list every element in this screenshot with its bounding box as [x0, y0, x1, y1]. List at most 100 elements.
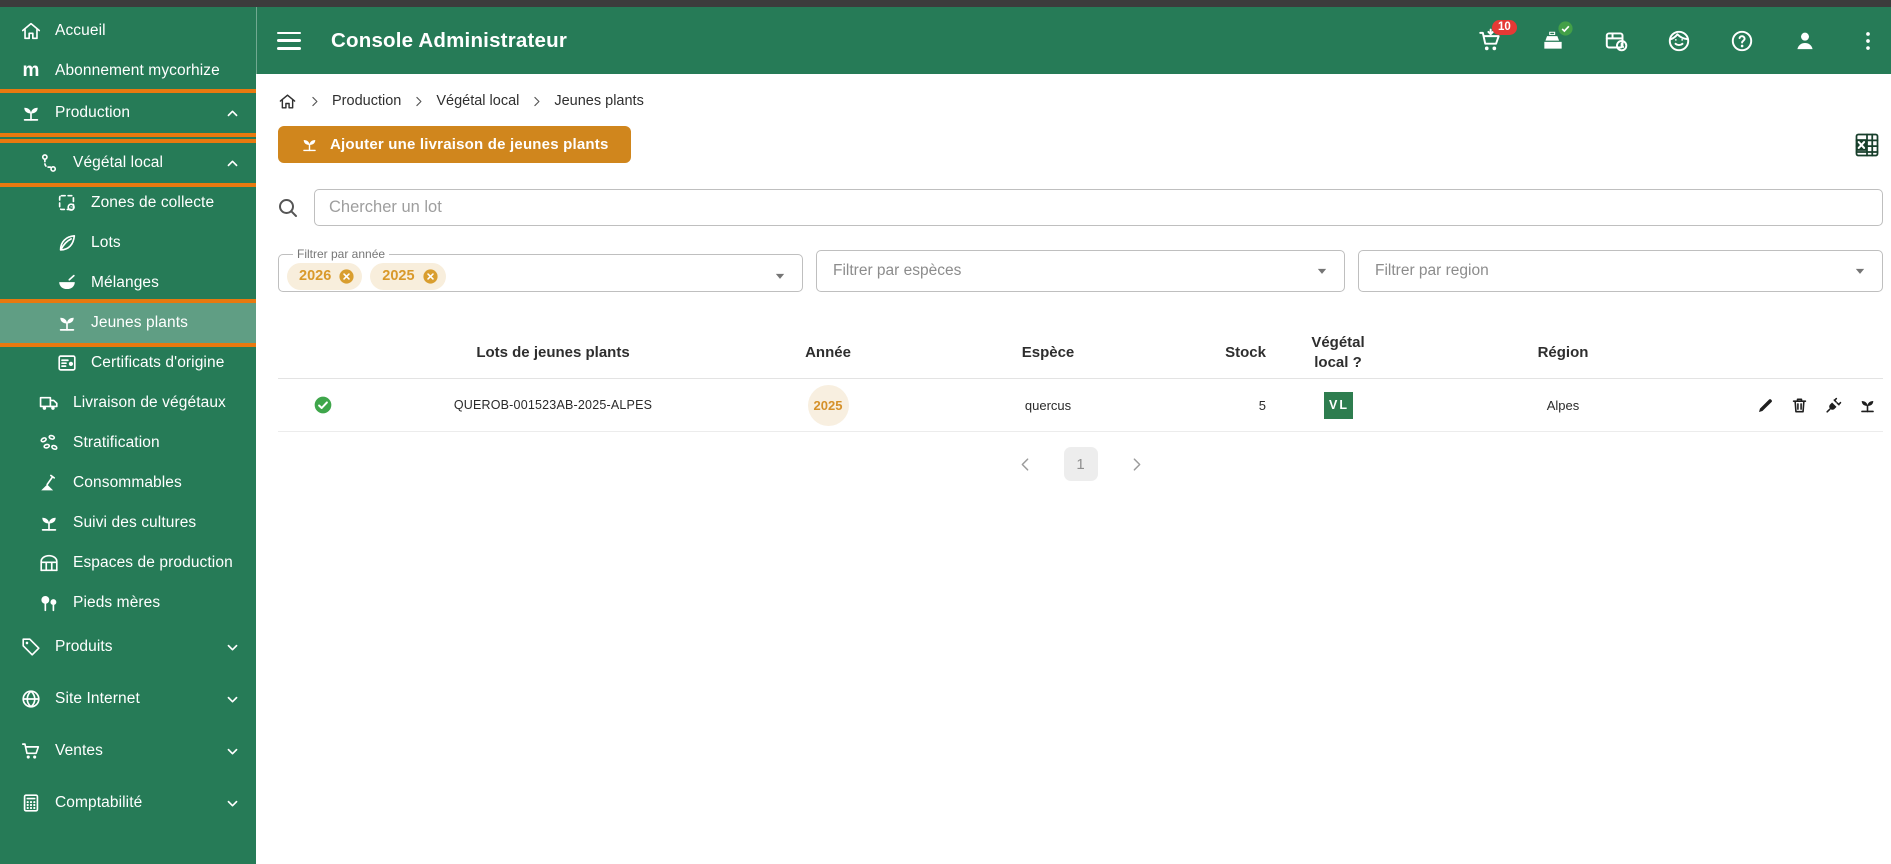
breadcrumb-jeunes-plants[interactable]: Jeunes plants [554, 93, 643, 109]
previous-page-icon[interactable] [1017, 456, 1034, 473]
schedule-grid-icon [1603, 28, 1629, 54]
route-nodes-icon [38, 152, 60, 174]
search-input[interactable] [314, 189, 1883, 226]
add-delivery-button[interactable]: Ajouter une livraison de jeunes plants [278, 126, 631, 163]
sidebar-item-zones-de-collecte[interactable]: Zones de collecte [0, 183, 256, 223]
edit-button[interactable] [1756, 396, 1775, 415]
sidebar-item-label: Production [55, 104, 131, 121]
help-circle-icon [1729, 28, 1755, 54]
window-top-strip [0, 0, 1891, 7]
check-circle-icon [313, 395, 333, 415]
chevron-right-icon [530, 95, 543, 108]
support-button[interactable] [1666, 28, 1692, 54]
year-chip-2026[interactable]: 2026 [287, 262, 363, 290]
page-number-button[interactable]: 1 [1063, 447, 1098, 481]
collect-zone-icon [56, 192, 78, 214]
sidebar-item-site-internet[interactable]: Site Internet [0, 679, 256, 719]
dropdown-arrow-icon [1850, 261, 1870, 281]
next-page-icon[interactable] [1128, 456, 1145, 473]
sidebar-item-certificats-origine[interactable]: Certificats d'origine [0, 343, 256, 383]
breadcrumb-production[interactable]: Production [332, 93, 401, 109]
sidebar-item-label: Consommables [73, 474, 182, 491]
sidebar-item-label: Lots [91, 234, 121, 251]
species-filter[interactable]: Filtrer par espèces [816, 250, 1345, 292]
pagination: 1 [278, 447, 1883, 481]
sidebar-item-production[interactable]: Production [0, 89, 256, 137]
chevron-up-icon [225, 156, 240, 171]
sidebar-item-ventes[interactable]: Ventes [0, 731, 256, 771]
truck-icon [38, 392, 60, 414]
seeds-icon [38, 432, 60, 454]
sidebar-item-label: Produits [55, 638, 113, 655]
status-cell [278, 395, 368, 415]
sprout-icon [56, 312, 78, 334]
stock-cell: 5 [1258, 397, 1266, 413]
sidebar-item-label: Végétal local [73, 154, 164, 171]
chevron-up-icon [225, 106, 240, 121]
sidebar-item-espaces-de-production[interactable]: Espaces de production [0, 543, 256, 583]
dropdown-arrow-icon [770, 266, 790, 286]
chevron-right-icon [308, 95, 321, 108]
trees-icon [38, 592, 60, 614]
sidebar-item-accueil[interactable]: Accueil [0, 11, 256, 51]
cart-button[interactable]: 10 [1477, 19, 1517, 54]
account-button[interactable] [1792, 28, 1818, 54]
sidebar-item-vegetal-local[interactable]: Végétal local [0, 139, 256, 187]
year-value-chip: 2025 [807, 384, 849, 426]
menu-icon[interactable] [277, 31, 301, 50]
table-header-row: Lots de jeunes plants Année Espèce Stock… [278, 328, 1883, 379]
sidebar-item-abonnement-mycorhize[interactable]: m Abonnement mycorhize [0, 51, 256, 91]
breadcrumb-vegetal-local[interactable]: Végétal local [436, 93, 519, 109]
plant-button[interactable] [1858, 396, 1877, 415]
certificate-icon [56, 352, 78, 374]
sidebar-item-consommables[interactable]: Consommables [0, 463, 256, 503]
region-filter[interactable]: Filtrer par region [1358, 250, 1883, 292]
column-header-stock: Stock [1225, 343, 1266, 361]
sidebar-item-label: Comptabilité [55, 794, 143, 811]
mycorhize-logo-icon: m [22, 60, 40, 81]
search-icon [276, 196, 300, 220]
chevron-right-icon [412, 95, 425, 108]
sidebar-item-lots[interactable]: Lots [0, 223, 256, 263]
export-excel-button[interactable] [1853, 131, 1881, 159]
kebab-menu-icon [1855, 28, 1881, 54]
sidebar-item-produits[interactable]: Produits [0, 627, 256, 667]
sprout-icon [38, 512, 60, 534]
pencil-icon [1756, 396, 1775, 415]
cash-register-button[interactable] [1540, 28, 1566, 54]
sidebar-item-label: Suivi des cultures [73, 514, 197, 531]
row-actions [1728, 396, 1883, 415]
delete-button[interactable] [1790, 396, 1809, 415]
sidebar: Accueil m Abonnement mycorhize Productio… [0, 7, 256, 864]
sprout-icon [300, 135, 319, 154]
greenhouse-icon [38, 552, 60, 574]
sidebar-item-stratification[interactable]: Stratification [0, 423, 256, 463]
sidebar-item-label: Mélanges [91, 274, 160, 291]
topbar: Console Administrateur 10 [256, 7, 1891, 74]
vl-badge: VL [1323, 391, 1353, 419]
remove-chip-icon[interactable] [338, 268, 355, 285]
column-header-year: Année [805, 343, 851, 361]
sidebar-item-pieds-meres[interactable]: Pieds mères [0, 583, 256, 623]
year-chip-label: 2025 [382, 268, 415, 284]
check-badge-icon [1557, 20, 1574, 37]
trash-icon [1790, 396, 1809, 415]
sidebar-item-suivi-des-cultures[interactable]: Suivi des cultures [0, 503, 256, 543]
year-chip-2025[interactable]: 2025 [370, 262, 446, 290]
sidebar-item-melanges[interactable]: Mélanges [0, 263, 256, 303]
graft-button[interactable] [1824, 396, 1843, 415]
home-icon[interactable] [278, 92, 297, 111]
help-button[interactable] [1729, 28, 1755, 54]
sidebar-item-comptabilite[interactable]: Comptabilité [0, 783, 256, 823]
schedule-button[interactable] [1603, 28, 1629, 54]
more-options-button[interactable] [1855, 28, 1881, 54]
sidebar-item-jeunes-plants[interactable]: Jeunes plants [0, 299, 256, 347]
sidebar-item-livraison-de-vegetaux[interactable]: Livraison de végétaux [0, 383, 256, 423]
sprout-icon [1858, 396, 1877, 415]
remove-chip-icon[interactable] [422, 268, 439, 285]
year-filter[interactable]: Filtrer par année 2026 2025 [278, 247, 803, 292]
lots-table: Lots de jeunes plants Année Espèce Stock… [278, 328, 1883, 481]
sidebar-item-label: Espaces de production [73, 554, 233, 571]
chevron-down-icon [225, 640, 240, 655]
excel-icon [1853, 131, 1881, 159]
